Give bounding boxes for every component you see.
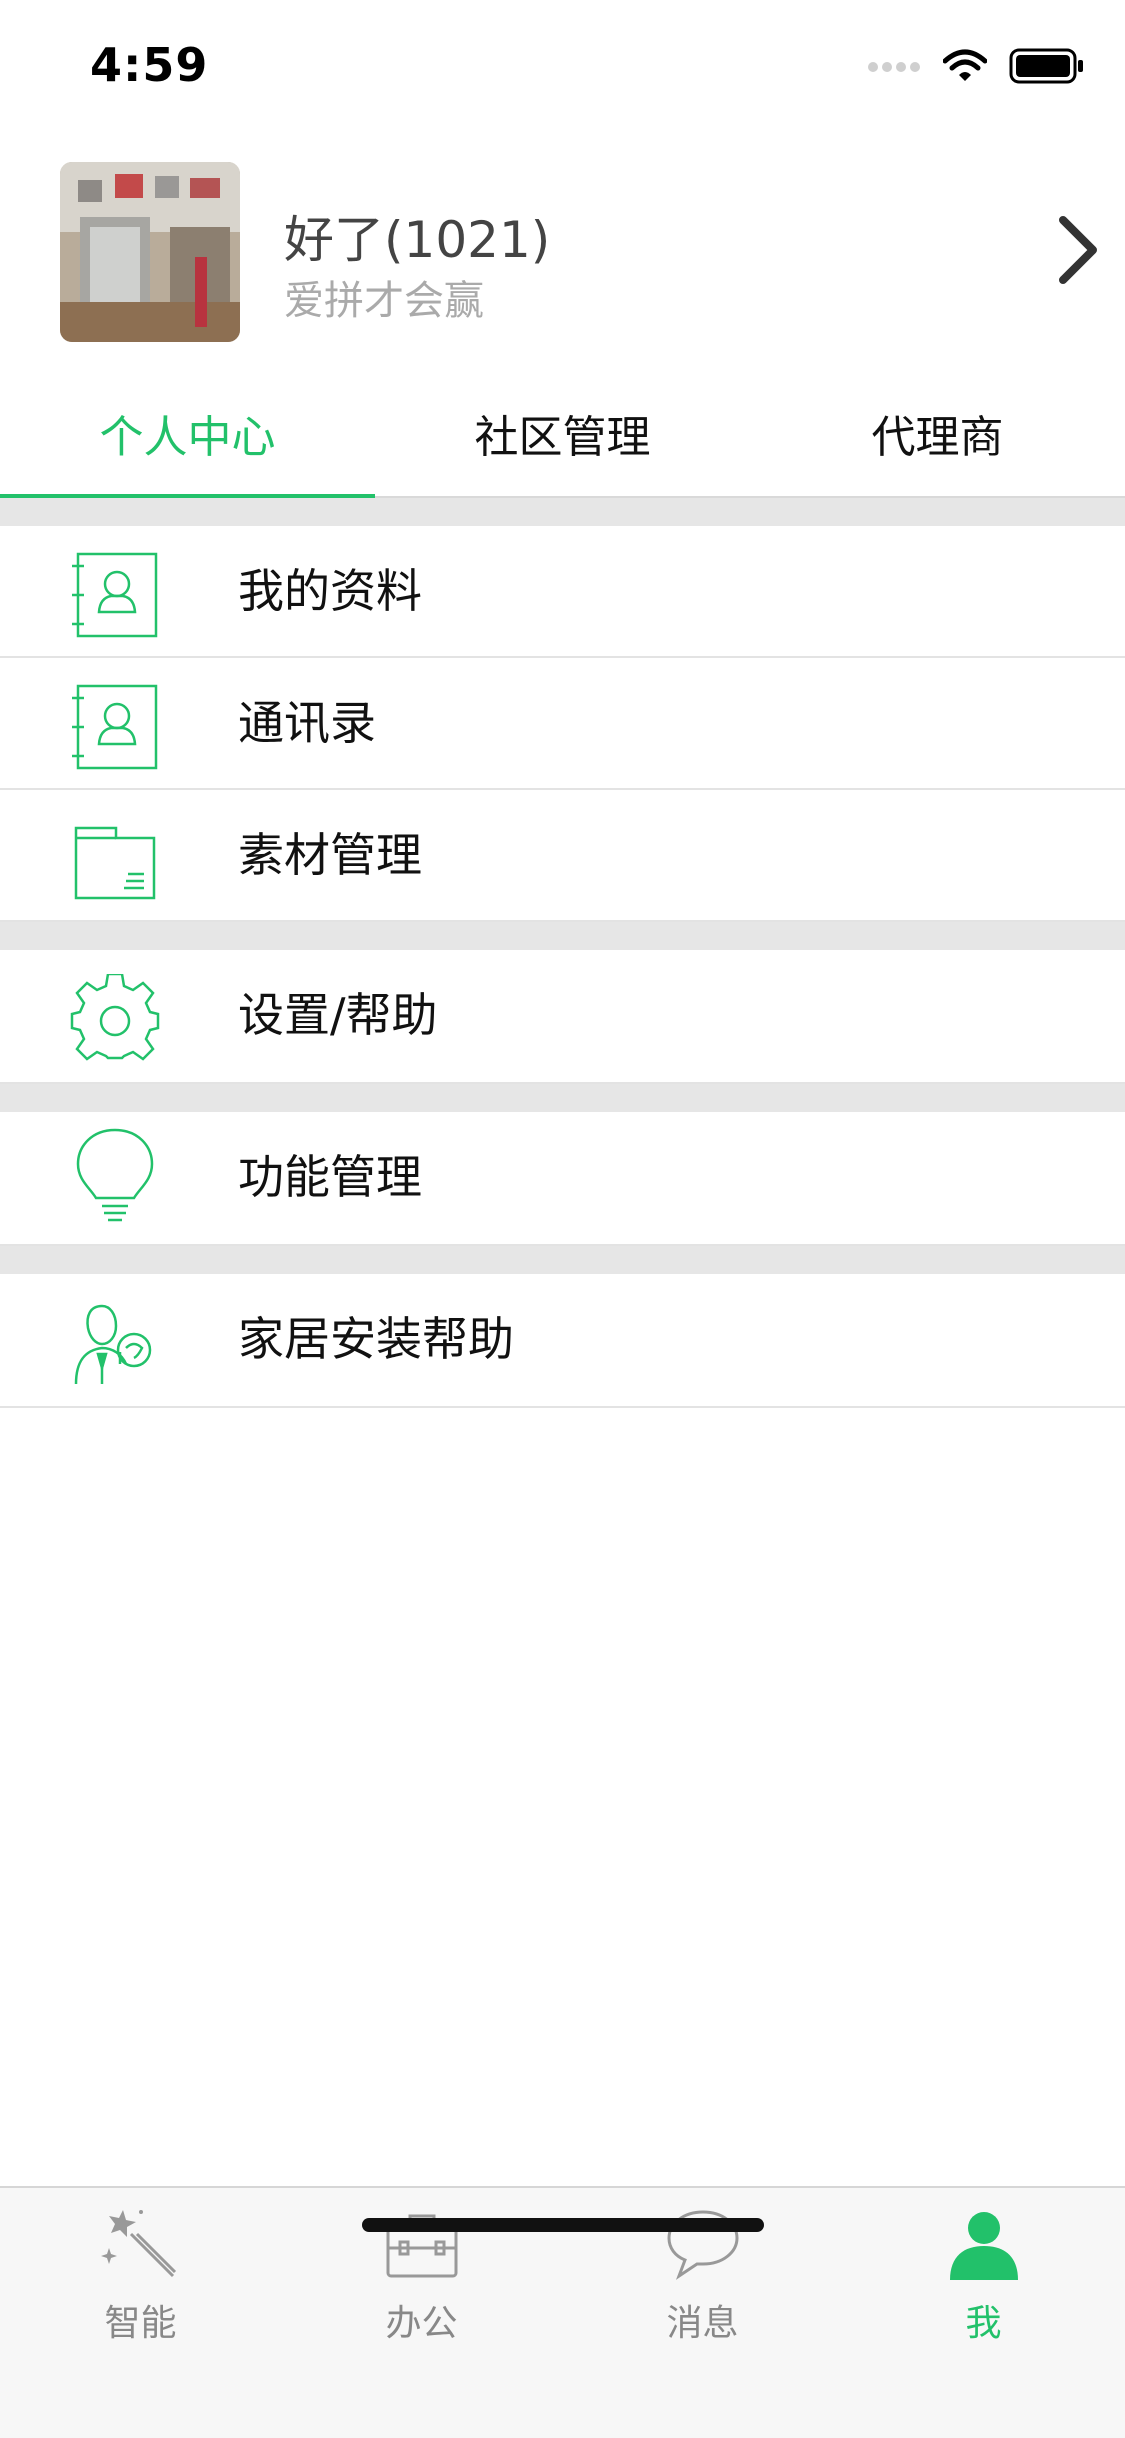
section-divider: [0, 498, 1125, 526]
tab-agent[interactable]: 代理商: [750, 370, 1125, 496]
profile-motto: 爱拼才会赢: [284, 278, 484, 324]
menu-item-function-management[interactable]: 功能管理: [0, 1112, 1125, 1246]
home-indicator[interactable]: [362, 2218, 764, 2232]
status-bar: 4:59: [0, 0, 1125, 140]
menu-item-label: 家居安装帮助: [238, 1312, 514, 1366]
tab-community-management[interactable]: 社区管理: [375, 370, 750, 496]
tab-label: 个人中心: [99, 412, 276, 463]
tab-personal-center[interactable]: 个人中心: [0, 370, 375, 496]
contact-card-icon: [70, 682, 160, 772]
tabbar-item-smart[interactable]: 智能: [0, 2204, 281, 2344]
menu-list: 我的资料 通讯录 素材管理 设置/帮助 功能管理 家居安装帮助: [0, 498, 1125, 1408]
avatar[interactable]: [60, 162, 240, 342]
chat-bubble-icon: [663, 2204, 743, 2284]
section-divider: [0, 922, 1125, 950]
menu-item-my-profile[interactable]: 我的资料: [0, 526, 1125, 658]
lightbulb-icon: [70, 1128, 160, 1226]
battery-icon: [1009, 48, 1085, 88]
section-divider: [0, 1084, 1125, 1112]
support-agent-icon: [70, 1298, 160, 1388]
segment-tabs: 个人中心 社区管理 代理商: [0, 370, 1125, 498]
menu-item-label: 功能管理: [238, 1150, 422, 1204]
menu-item-home-installation-help[interactable]: 家居安装帮助: [0, 1274, 1125, 1408]
chevron-right-icon[interactable]: [1049, 210, 1109, 290]
menu-item-label: 设置/帮助: [238, 988, 438, 1042]
gear-icon: [70, 972, 160, 1064]
tabbar-label: 智能: [104, 2303, 177, 2344]
cellular-signal-icon: [867, 59, 921, 78]
magic-wand-icon: [100, 2204, 181, 2284]
tabbar-item-me[interactable]: 我: [843, 2204, 1124, 2344]
menu-item-label: 素材管理: [238, 828, 422, 882]
status-icons: [867, 48, 1085, 88]
profile-header[interactable]: 好了(1021) 爱拼才会赢: [0, 140, 1125, 370]
menu-item-settings-help[interactable]: 设置/帮助: [0, 950, 1125, 1084]
profile-name: 好了(1021): [284, 211, 551, 269]
tab-label: 社区管理: [474, 412, 651, 463]
menu-item-label: 我的资料: [238, 564, 422, 618]
tab-label: 代理商: [871, 412, 1004, 463]
folder-icon: [70, 814, 160, 904]
tabbar-label: 我: [965, 2303, 1002, 2344]
section-divider: [0, 1246, 1125, 1274]
menu-item-label: 通讯录: [238, 696, 376, 750]
menu-item-contacts[interactable]: 通讯录: [0, 658, 1125, 790]
tabbar-label: 消息: [666, 2303, 739, 2344]
menu-item-material-management[interactable]: 素材管理: [0, 790, 1125, 922]
wifi-icon: [942, 49, 988, 87]
person-icon: [944, 2204, 1024, 2284]
contact-card-icon: [70, 550, 160, 640]
tabbar-label: 办公: [385, 2303, 458, 2344]
briefcase-icon: [382, 2204, 462, 2284]
status-time: 4:59: [90, 38, 209, 92]
